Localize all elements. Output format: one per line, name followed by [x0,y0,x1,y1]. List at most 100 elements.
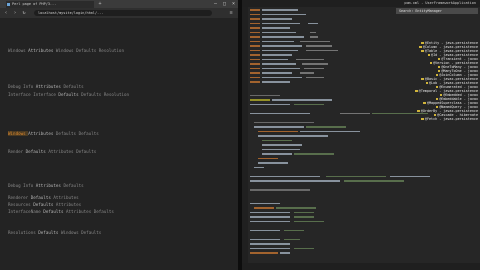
page-text: InterfaceName [8,209,44,214]
forward-icon[interactable]: › [11,9,19,17]
page-text: Attributes Defaults [66,209,114,214]
code-token [262,153,292,155]
annotation-icon [417,109,420,113]
code-token [250,180,340,182]
code-token [258,135,328,137]
completion-item-label: @Fetch - javax.persistence [424,117,478,121]
page-text-line: Windows Attributes Windows Defaults Reso… [8,48,124,54]
page-text-line: Debug Info Attributes Defaults [8,183,84,189]
browser-window: Perl page of PHP/3... + – □ × ‹ › ↻ loca… [0,0,238,270]
code-token [262,13,306,16]
code-token [250,112,310,115]
code-token [262,40,294,43]
browser-tab[interactable]: Perl page of PHP/3... [6,1,94,8]
code-token [262,36,304,38]
menu-icon[interactable]: ≡ [227,9,235,17]
code-token [250,103,290,106]
code-token [262,18,292,20]
code-token [344,180,404,182]
code-token [262,54,292,56]
page-text: Resolutions [8,230,39,235]
code-token [250,63,260,65]
page-text-line: Debug Info Attributes Defaults [8,84,84,90]
code-token [326,175,386,178]
code-token [262,22,300,25]
code-token [300,130,360,133]
code-token [258,130,298,133]
code-token [284,229,304,232]
page-text: Attributes [28,131,56,136]
address-bar[interactable]: localhost/mysite/login/html/... [34,10,212,16]
maximize-icon[interactable]: □ [220,0,229,8]
code-token [250,18,260,20]
code-token [300,72,314,74]
page-text: Windows Defaults [60,230,102,235]
code-token [254,121,314,124]
page-text: Defaults [43,209,66,214]
code-token [306,76,324,79]
minimize-icon[interactable]: – [211,0,220,8]
code-token [250,175,320,178]
page-text-line: Render Defaults Attributes Defaults [8,149,96,155]
new-tab-button[interactable]: + [96,1,104,7]
code-area[interactable] [250,0,440,270]
code-token [250,202,280,205]
close-icon[interactable]: × [229,0,238,8]
code-token [302,63,328,65]
code-token [280,252,290,254]
editor-status-bar [242,263,480,270]
code-token [250,31,260,34]
code-token [294,220,324,223]
favicon-icon [7,3,10,6]
code-token [390,175,430,178]
page-text: Windows [8,48,29,53]
browser-tab-title: Perl page of PHP/3... [12,2,57,6]
back-icon[interactable]: ‹ [2,9,10,17]
page-text-line: InterfaceName Defaults Attributes Defaul… [8,209,114,215]
page-text: Defaults [38,230,61,235]
completion-item[interactable]: @Fetch - javax.persistence [421,116,478,122]
annotation-icon [425,81,428,85]
page-text: Defaults [58,92,82,97]
code-token [250,247,290,250]
code-token [250,76,260,79]
code-token [250,189,310,191]
page-text: Defaults [63,84,84,89]
page-text-line: Windows Attributes Defaults Defaults [8,131,99,137]
code-token [254,166,264,169]
page-text-line: Interface Interface Defaults Defaults Re… [8,92,129,98]
page-text: Defaults [25,149,49,154]
annotation-icon [415,89,418,93]
page-text: Defaults Resolution [81,92,130,97]
page-text: Attributes [28,48,56,53]
reload-icon[interactable]: ↻ [20,9,28,17]
code-token [262,63,296,65]
annotation-icon [429,61,433,65]
code-token [306,45,332,47]
code-token [250,229,280,232]
code-token [262,72,292,74]
code-token [250,99,270,101]
code-token [250,27,260,29]
code-token [262,45,302,47]
annotation-icon [423,101,426,105]
code-token [254,207,274,209]
page-text: Debug Info [8,183,36,188]
annotation-icon [421,77,424,81]
completion-popup: @Entity - java.persistence @Column - java… [415,40,480,121]
code-token [250,67,260,70]
page-text-line: Resolutions Defaults Windows Defaults [8,230,101,236]
code-token [284,238,300,241]
code-token [250,49,260,52]
page-text: Resources [8,202,34,207]
code-token [272,99,332,101]
code-token [262,139,292,142]
search-field[interactable]: Search: EntityManager [396,8,478,14]
code-token [262,81,290,83]
code-token [262,9,298,11]
annotation-icon [421,49,424,53]
page-text: Attributes [35,183,64,188]
code-token [294,153,334,155]
code-token [250,220,290,223]
code-token [250,22,260,25]
